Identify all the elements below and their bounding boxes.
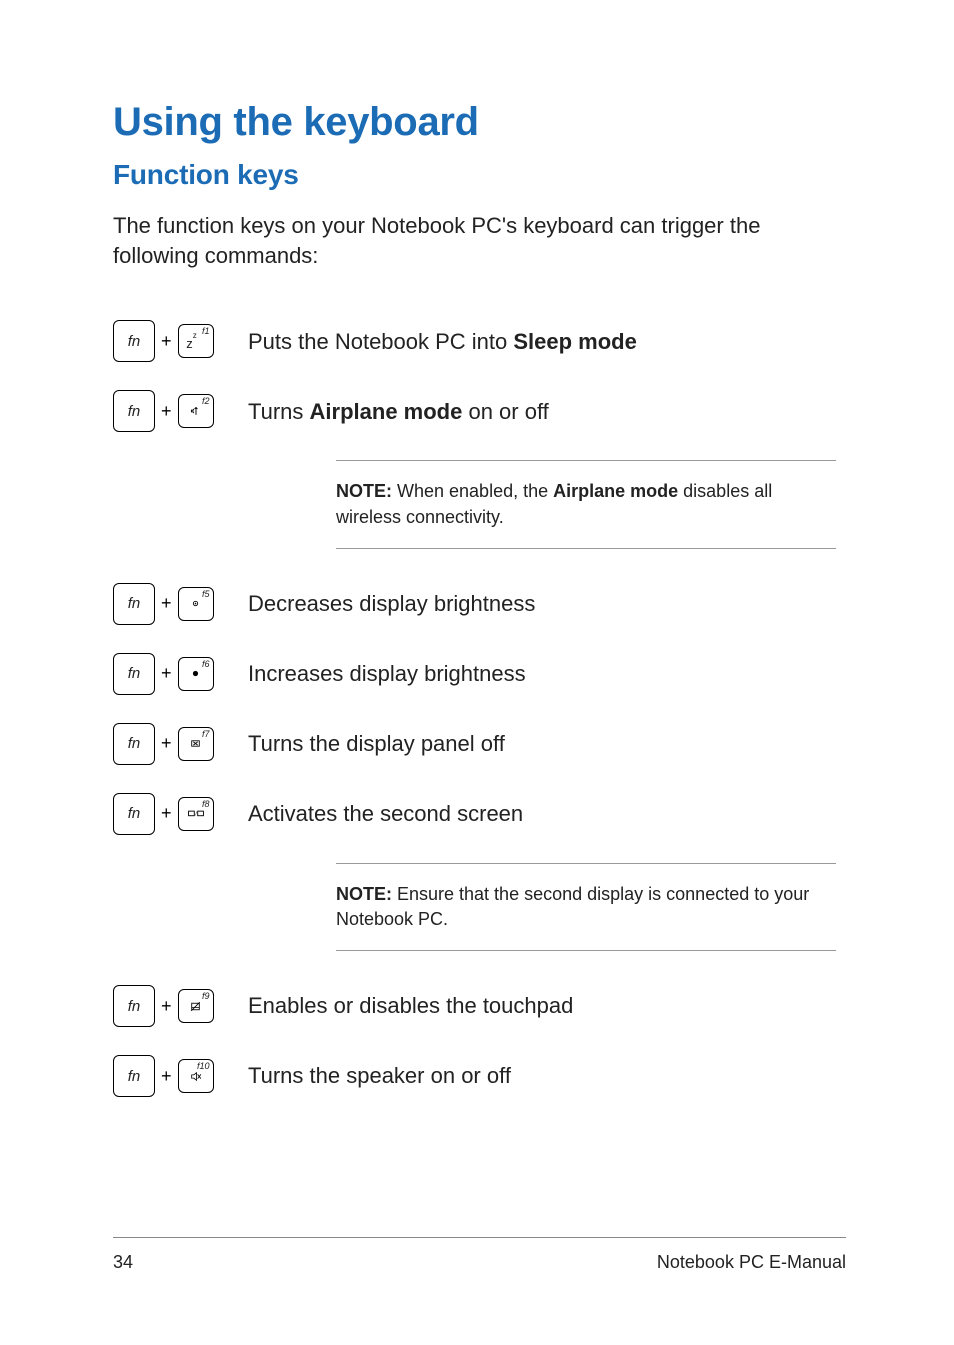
shortcut-row-f2: fn + f2 Turns Airplane mode on or off	[113, 390, 846, 432]
fn-key: fn	[113, 583, 155, 625]
shortcut-row-f9: fn + f9 Enables or disables the touchpad	[113, 985, 846, 1027]
key-combo: fn + f6	[113, 653, 248, 695]
shortcut-row-f8: fn + f8 / Activates the second screen	[113, 793, 846, 835]
f-label: f1	[202, 326, 210, 336]
note-airplane: NOTE: When enabled, the Airplane mode di…	[336, 460, 836, 548]
section-heading: Function keys	[113, 159, 846, 191]
plus-sign: +	[161, 803, 172, 824]
shortcut-description: Turns the display panel off	[248, 729, 505, 759]
key-combo: fn + f7	[113, 723, 248, 765]
plus-sign: +	[161, 1066, 172, 1087]
f-label: f10	[197, 1061, 210, 1071]
shortcut-description: Activates the second screen	[248, 799, 523, 829]
fn-key: fn	[113, 793, 155, 835]
key-combo: fn + f8 /	[113, 793, 248, 835]
key-combo: fn + f10	[113, 1055, 248, 1097]
f-label: f2	[202, 396, 210, 406]
shortcut-row-f6: fn + f6 Increases display brightness	[113, 653, 846, 695]
shortcut-row-f7: fn + f7 Turns the display panel off	[113, 723, 846, 765]
f5-key: f5	[178, 587, 214, 621]
shortcut-row-f10: fn + f10 Turns the speaker on or off	[113, 1055, 846, 1097]
shortcut-description: Increases display brightness	[248, 659, 526, 689]
key-combo: fn + f1 zz	[113, 320, 248, 362]
plus-sign: +	[161, 663, 172, 684]
f1-key: f1 zz	[178, 324, 214, 358]
brightness-up-icon	[189, 667, 202, 680]
touchpad-icon	[189, 1000, 202, 1013]
display-off-icon	[189, 737, 202, 750]
intro-paragraph: The function keys on your Notebook PC's …	[113, 211, 846, 270]
shortcut-description: Turns the speaker on or off	[248, 1061, 511, 1091]
f-label: f8	[202, 799, 210, 809]
f8-key: f8 /	[178, 797, 214, 831]
plus-sign: +	[161, 996, 172, 1017]
f-label: f5	[202, 589, 210, 599]
f-label: f9	[202, 991, 210, 1001]
key-combo: fn + f9	[113, 985, 248, 1027]
fn-key: fn	[113, 653, 155, 695]
fn-key: fn	[113, 1055, 155, 1097]
plus-sign: +	[161, 401, 172, 422]
sleep-icon: zz	[190, 335, 201, 348]
shortcut-description: Enables or disables the touchpad	[248, 991, 573, 1021]
page-content: Using the keyboard Function keys The fun…	[0, 0, 954, 1097]
plus-sign: +	[161, 593, 172, 614]
speaker-mute-icon	[189, 1070, 203, 1083]
page-footer: 34 Notebook PC E-Manual	[113, 1237, 846, 1273]
fn-key: fn	[113, 723, 155, 765]
f7-key: f7	[178, 727, 214, 761]
svg-text:/: /	[195, 811, 197, 817]
page-title: Using the keyboard	[113, 100, 846, 145]
f10-key: f10	[178, 1059, 214, 1093]
shortcut-description: Puts the Notebook PC into Sleep mode	[248, 327, 637, 357]
f-label: f7	[202, 729, 210, 739]
f-label: f6	[202, 659, 210, 669]
footer-title: Notebook PC E-Manual	[657, 1252, 846, 1273]
fn-key: fn	[113, 320, 155, 362]
fn-key: fn	[113, 390, 155, 432]
f9-key: f9	[178, 989, 214, 1023]
plus-sign: +	[161, 331, 172, 352]
page-number: 34	[113, 1252, 133, 1273]
airplane-icon	[189, 404, 203, 418]
shortcut-description: Decreases display brightness	[248, 589, 535, 619]
plus-sign: +	[161, 733, 172, 754]
second-screen-icon: /	[188, 808, 204, 820]
key-combo: fn + f5	[113, 583, 248, 625]
f6-key: f6	[178, 657, 214, 691]
shortcut-row-f1: fn + f1 zz Puts the Notebook PC into Sle…	[113, 320, 846, 362]
f2-key: f2	[178, 394, 214, 428]
note-second-display: NOTE: Ensure that the second display is …	[336, 863, 836, 951]
shortcut-row-f5: fn + f5 Decreases display brightness	[113, 583, 846, 625]
brightness-down-icon	[189, 597, 202, 610]
shortcut-description: Turns Airplane mode on or off	[248, 397, 549, 427]
key-combo: fn + f2	[113, 390, 248, 432]
fn-key: fn	[113, 985, 155, 1027]
